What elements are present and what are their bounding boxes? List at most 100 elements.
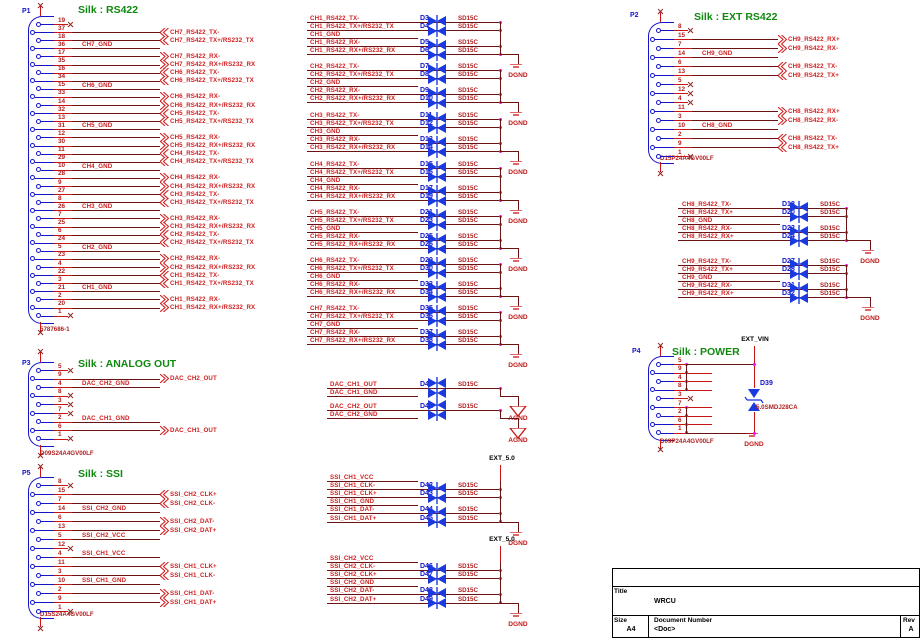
diode-partnumber: SD15C [458, 506, 478, 514]
port-in [778, 70, 787, 80]
wire-segment [54, 210, 72, 212]
port-in [160, 116, 169, 126]
no-connect-marker [67, 392, 74, 399]
tvs-diode-symbol [428, 377, 446, 399]
net-label: CH1_GND [82, 284, 113, 292]
connector-pin-stub [655, 372, 674, 374]
port-out [160, 374, 169, 384]
tvs-diode-symbol [428, 39, 446, 62]
diode-partnumber: SD15C [458, 71, 478, 79]
wire-segment [54, 194, 72, 196]
tvs-diode-symbol [428, 136, 446, 159]
wire-segment [72, 137, 160, 139]
no-connect-marker [37, 329, 44, 336]
wire-segment [870, 297, 871, 308]
net-label: CH4_RS422_RX+/RS232_RX [170, 182, 256, 190]
title-block-rev-value: A [908, 626, 914, 633]
port-in [778, 133, 787, 143]
wire-segment [870, 240, 871, 251]
wire-segment [500, 312, 501, 345]
no-connect-marker [687, 153, 694, 160]
wire-segment [686, 407, 687, 434]
wire-segment [500, 521, 518, 523]
net-label: CH9_RS422_RX- [788, 44, 839, 52]
wire-segment [500, 102, 518, 104]
wire-segment [692, 66, 778, 67]
net-label: DAC_CH1_OUT [330, 381, 377, 388]
net-label: CH8_GND [682, 217, 713, 225]
diode-partnumber: SD15C [458, 337, 478, 345]
net-label: CH4_RS422_RX- [310, 185, 361, 193]
silk-label-p1: Silk : RS422 [78, 4, 139, 16]
wire-segment [674, 75, 692, 76]
connector-pin-stub [41, 557, 54, 558]
connector-pin-stub [41, 539, 54, 540]
net-label: CH2_RS422_RX- [310, 87, 361, 95]
net-label: CH3_GND [310, 128, 341, 136]
net-label: CH2_GND [310, 79, 341, 87]
port-in [778, 61, 787, 71]
silk-label-p5: Silk : SSI [78, 468, 123, 480]
connector-pin-stub [661, 398, 674, 400]
wire-segment [54, 584, 72, 585]
net-label: CH6_RS422_TX+/RS232_TX [170, 77, 254, 85]
connector-pin-stub [35, 210, 54, 212]
wire-segment [674, 57, 692, 58]
connector-pin-stub [35, 275, 54, 277]
net-label: CH7_RS422_TX- [170, 28, 220, 36]
tvs-diode-symbol [428, 329, 446, 352]
pin-number-p1-9: 9 [58, 178, 62, 186]
pin-number-p5-10: 10 [58, 576, 66, 584]
connector-pin-stub [41, 40, 54, 42]
tvs-diode-symbol [428, 87, 446, 110]
wire-segment [72, 218, 160, 220]
diode-partnumber: SD15C [458, 233, 478, 241]
wire-segment [518, 602, 519, 613]
wire-segment [500, 168, 501, 201]
wire-segment [72, 430, 160, 432]
wire-segment [54, 258, 72, 260]
wire-segment [327, 602, 418, 604]
connector-pin-stub [35, 242, 54, 244]
diode-partnumber: SD15C [458, 217, 478, 225]
wire-segment [54, 494, 72, 495]
ground-label: DGND [508, 169, 528, 177]
pin-number-p5-8: 8 [58, 477, 62, 485]
wire-segment [72, 566, 160, 567]
net-label: CH3_RS422_RX+/RS232_RX [310, 144, 396, 152]
net-label: CH8_RS422_TX- [788, 134, 838, 142]
net-label: CH4_GND [82, 162, 113, 170]
net-label: DAC_CH2_GND [82, 380, 130, 388]
no-connect-marker [67, 21, 74, 28]
net-label: CH6_RS422_RX+/RS232_RX [170, 101, 256, 109]
pin-number-p2-6: 6 [678, 58, 682, 66]
wire-segment [72, 387, 160, 389]
title-block-docnum-value: <Doc> [654, 626, 676, 633]
connector-pin-stub [35, 96, 54, 98]
wire-segment [72, 530, 160, 531]
connector-refdes-p3: P3 [22, 360, 31, 367]
net-label: CH9_RS422_TX+ [788, 71, 839, 79]
wire-segment [692, 129, 778, 130]
title-block-size-value: A4 [626, 626, 636, 633]
connector-pin-stub [41, 24, 54, 25]
wire-segment [72, 210, 160, 212]
power-rail-label: EXT_5.0 [489, 536, 515, 543]
diode-partnumber: SD15C [458, 136, 478, 144]
connector-pin-stub [655, 57, 674, 58]
wire-segment [686, 364, 754, 365]
no-connect-marker [687, 27, 694, 34]
wire-segment [72, 169, 160, 171]
connector-pin-stub [41, 234, 54, 236]
wire-segment [72, 234, 160, 236]
no-connect-marker [67, 608, 74, 615]
wire-segment [307, 248, 418, 250]
pin-number-p2-15: 15 [678, 31, 686, 39]
connector-pin-stub [35, 512, 54, 513]
connector-pin-stub [35, 494, 54, 495]
title-block-divider [648, 615, 649, 638]
wire-segment [72, 602, 160, 603]
wire-segment [692, 120, 778, 121]
wire-segment [54, 378, 72, 380]
pin-number-p5-5: 5 [58, 531, 62, 539]
